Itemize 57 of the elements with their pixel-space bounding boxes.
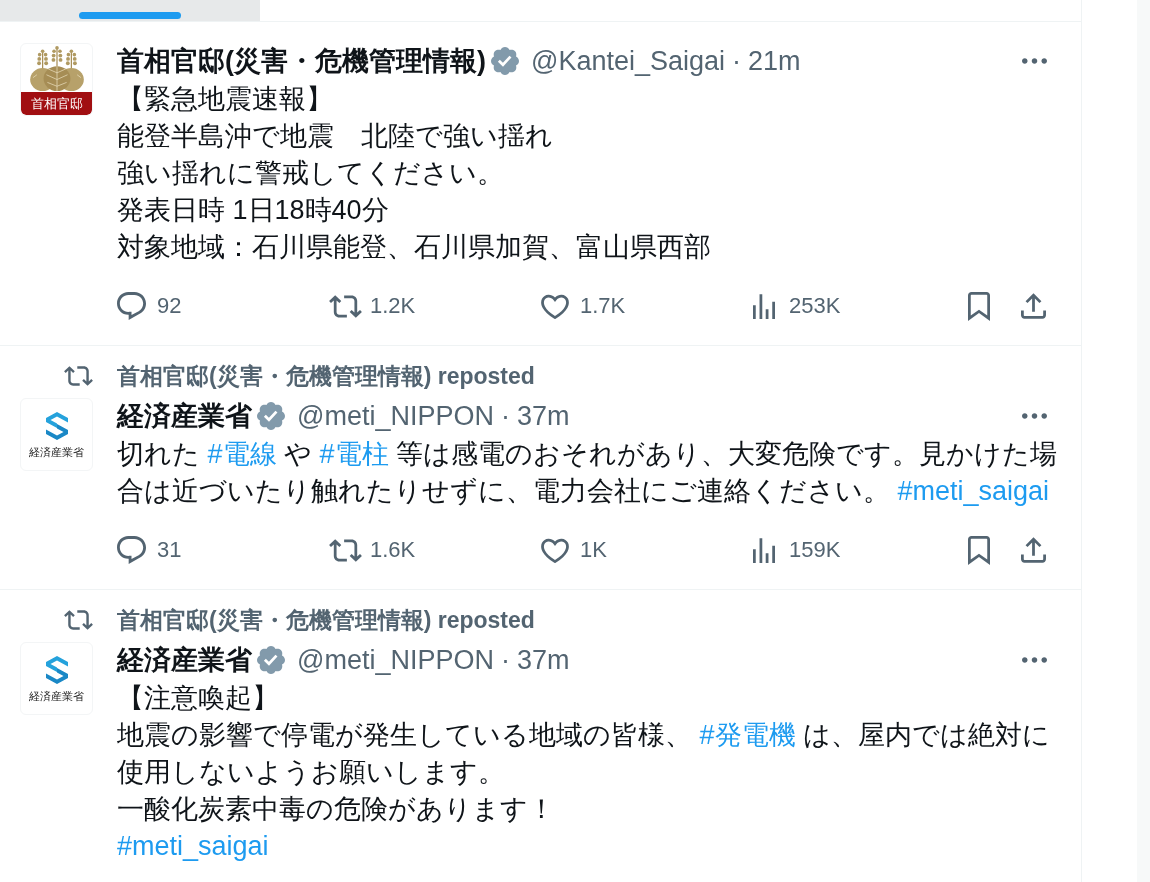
more-icon[interactable] — [1022, 413, 1047, 419]
views-button[interactable]: 159K — [753, 537, 841, 563]
tweet-text: 対象地域：石川県能登、石川県加賀、富山県西部 — [117, 231, 712, 264]
avatar-caption: 経済産業省 — [29, 689, 84, 702]
post-time[interactable]: 21m — [748, 44, 801, 78]
loop-arrows-icon — [64, 610, 93, 630]
bar-chart-icon — [753, 537, 775, 563]
repost-button[interactable]: 1.2K — [329, 293, 416, 319]
bar-chart-icon — [753, 293, 775, 319]
s-shape-logo-icon — [45, 655, 68, 684]
account-name[interactable]: 経済産業省 — [117, 399, 252, 433]
heart-icon — [541, 537, 569, 563]
account-avatar[interactable]: 首相官邸 — [20, 43, 93, 116]
speech-bubble-icon — [117, 292, 146, 320]
s-shape-logo-icon — [45, 411, 68, 440]
dot-separator: · — [500, 644, 510, 677]
tweet-text: 一酸化炭素中毒の危険があります！ — [117, 793, 556, 826]
tweet-text: 【緊急地震速報】 — [117, 83, 334, 116]
dot-separator: · — [732, 45, 742, 78]
bookmark-icon[interactable] — [968, 291, 990, 321]
more-icon[interactable] — [1022, 58, 1047, 64]
tweet-text: 強い揺れに警戒してください。 — [117, 157, 505, 190]
account-handle[interactable]: @Kantei_Saigai — [531, 44, 726, 78]
tweet-text: 地震の影響で停電が発生している地域の皆様、 #発電機 は、屋内では絶対に使用しないようお願いします。 — [117, 719, 1052, 789]
tweet-text: 能登半島沖で地震 北陸で強い揺れ — [117, 120, 554, 153]
repost-button[interactable]: 1.6K — [329, 537, 416, 563]
account-avatar[interactable]: 経済産業省 — [20, 642, 93, 715]
account-handle[interactable]: @meti_NIPPON — [297, 643, 494, 677]
tweet-text: 切れた #電線 や #電柱 等は感電のおそれがあり、大変危険です。見かけた場合は近づいたり触れたりせずに、電力会社にご連絡ください。 #meti_saigai — [117, 438, 1059, 508]
tweet-text: 【注意喚起】 — [117, 682, 280, 715]
post-time[interactable]: 37m — [516, 399, 570, 433]
reply-button[interactable]: 31 — [117, 536, 182, 564]
post-time[interactable]: 37m — [516, 643, 570, 677]
avatar-caption: 首相官邸 — [21, 92, 92, 115]
tweet-text: 発表日時 1日18時40分 — [117, 194, 390, 227]
share-icon[interactable] — [1021, 537, 1046, 563]
views-button[interactable]: 253K — [753, 293, 841, 319]
account-name[interactable]: 首相官邸(災害・危機管理情報) — [117, 44, 486, 78]
share-icon[interactable] — [1021, 293, 1046, 319]
leaf-crest-icon — [29, 45, 84, 92]
account-avatar[interactable]: 経済産業省 — [20, 398, 93, 471]
loop-arrows-icon — [329, 538, 362, 562]
repost-label[interactable]: 首相官邸(災害・危機管理情報) reposted — [117, 363, 535, 389]
loop-arrows-icon — [329, 294, 362, 318]
like-button[interactable]: 1.7K — [541, 293, 626, 319]
account-name[interactable]: 経済産業省 — [117, 643, 252, 677]
like-button[interactable]: 1K — [541, 537, 607, 563]
repost-label[interactable]: 首相官邸(災害・危機管理情報) reposted — [117, 607, 535, 633]
heart-icon — [541, 293, 569, 319]
bookmark-icon[interactable] — [968, 535, 990, 565]
account-handle[interactable]: @meti_NIPPON — [297, 399, 494, 433]
speech-bubble-icon — [117, 536, 146, 564]
avatar-caption: 経済産業省 — [29, 445, 84, 458]
dot-separator: · — [500, 400, 510, 433]
reply-button[interactable]: 92 — [117, 292, 182, 320]
loop-arrows-icon — [64, 366, 93, 386]
more-icon[interactable] — [1022, 657, 1047, 663]
